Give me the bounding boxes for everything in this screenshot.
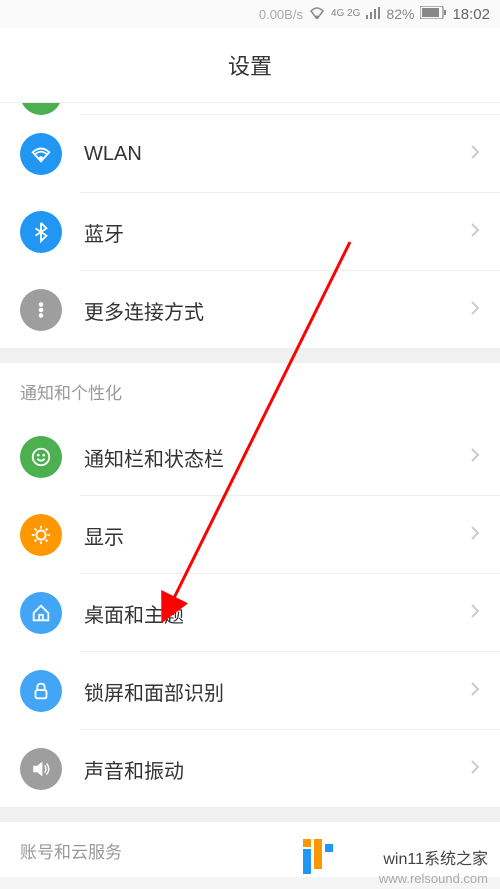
clock: 18:02 xyxy=(452,6,490,23)
settings-item-more-connections[interactable]: 更多连接方式 xyxy=(0,271,500,349)
section-divider xyxy=(0,808,500,822)
settings-item-display[interactable]: 显示 xyxy=(0,496,500,574)
item-label: 通知栏和状态栏 xyxy=(84,443,470,472)
wifi-icon xyxy=(309,6,325,22)
settings-item-notification-statusbar[interactable]: 通知栏和状态栏 xyxy=(0,418,500,496)
bluetooth-icon xyxy=(20,211,62,253)
battery-percent: 82% xyxy=(386,6,414,22)
watermark-site: win11系统之家 xyxy=(383,845,488,869)
item-label: 锁屏和面部识别 xyxy=(84,677,470,706)
item-label: 声音和振动 xyxy=(84,755,470,784)
signal-bars-icon xyxy=(366,6,380,22)
section-divider xyxy=(0,349,500,363)
truncated-icon xyxy=(20,103,62,115)
home-icon xyxy=(20,592,62,634)
display-icon xyxy=(20,514,62,556)
watermark-logo-icon xyxy=(300,839,335,874)
item-label: 蓝牙 xyxy=(84,218,470,247)
status-bar: 0.00B/s 4G 2G 82% 18:02 xyxy=(0,0,500,28)
settings-item-wlan[interactable]: WLAN xyxy=(0,115,500,193)
settings-item-truncated[interactable] xyxy=(0,103,500,115)
chevron-right-icon xyxy=(470,603,480,624)
section-connectivity: WLAN 蓝牙 更多连接方式 xyxy=(0,103,500,349)
chevron-right-icon xyxy=(470,525,480,546)
chevron-right-icon xyxy=(470,144,480,165)
item-label: WLAN xyxy=(84,143,470,166)
watermark-url: www.relsound.com xyxy=(379,871,488,886)
chevron-right-icon xyxy=(470,681,480,702)
item-label: 桌面和主题 xyxy=(84,599,470,628)
page-header: 设置 xyxy=(0,28,500,103)
lock-icon xyxy=(20,670,62,712)
section-notification-personalization: 通知和个性化 通知栏和状态栏 显示 桌面和主题 锁屏和面部识别 xyxy=(0,363,500,808)
network-speed: 0.00B/s xyxy=(259,7,303,22)
chevron-right-icon xyxy=(470,300,480,321)
signal-icon: 4G 2G xyxy=(331,9,360,19)
notification-icon xyxy=(20,436,62,478)
sound-icon xyxy=(20,748,62,790)
settings-item-sound-vibration[interactable]: 声音和振动 xyxy=(0,730,500,808)
page-title: 设置 xyxy=(228,49,272,81)
settings-item-bluetooth[interactable]: 蓝牙 xyxy=(0,193,500,271)
more-icon xyxy=(20,289,62,331)
item-label: 显示 xyxy=(84,521,470,550)
chevron-right-icon xyxy=(470,447,480,468)
item-label: 更多连接方式 xyxy=(84,296,470,325)
section-header: 通知和个性化 xyxy=(0,363,500,418)
wlan-icon xyxy=(20,133,62,175)
settings-item-desktop-theme[interactable]: 桌面和主题 xyxy=(0,574,500,652)
chevron-right-icon xyxy=(470,222,480,243)
settings-item-lockscreen-face[interactable]: 锁屏和面部识别 xyxy=(0,652,500,730)
chevron-right-icon xyxy=(470,759,480,780)
battery-icon xyxy=(420,6,446,22)
